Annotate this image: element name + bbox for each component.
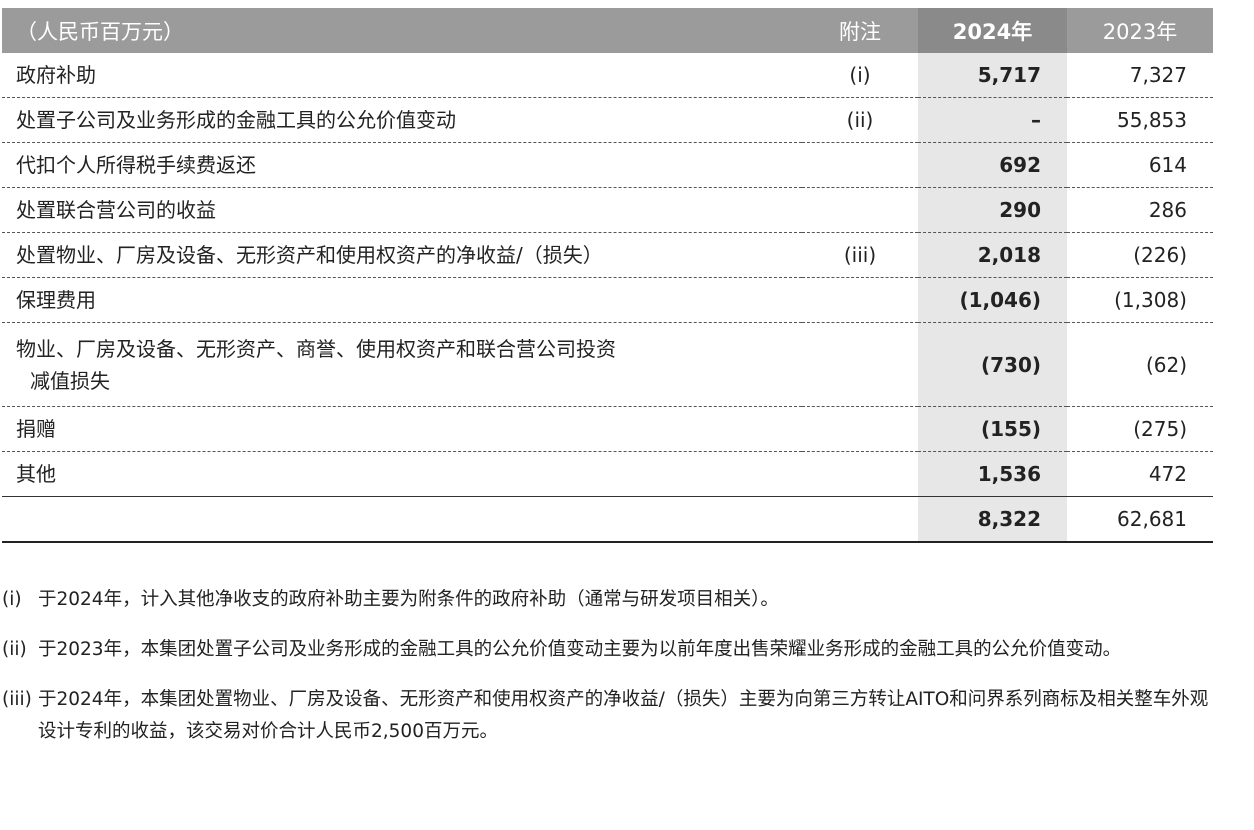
row-label-line1: 物业、厂房及设备、无形资产、商誉、使用权资产和联合营公司投资: [16, 336, 616, 361]
table-row: 政府补助 (i) 5,717 7,327: [2, 53, 1213, 98]
row-label: 政府补助: [2, 53, 802, 98]
other-income-table: （人民币百万元） 附注 2024年 2023年 政府补助 (i) 5,717 7…: [2, 8, 1213, 543]
row-note-ref: (ii): [802, 97, 918, 143]
table-row: 处置子公司及业务形成的金融工具的公允价值变动 (ii) – 55,853: [2, 97, 1213, 143]
footnote-marker: (i): [2, 589, 22, 610]
row-value-2024: –: [918, 97, 1067, 143]
footnote-marker: (ii): [2, 639, 27, 660]
header-year-2023: 2023年: [1067, 8, 1213, 53]
row-note-ref: [802, 187, 918, 233]
footnote-marker: (iii): [2, 689, 32, 710]
row-note-ref: [802, 277, 918, 323]
row-value-2024: 290: [918, 187, 1067, 233]
table-row: 捐赠 (155) (275): [2, 406, 1213, 452]
row-label: 处置子公司及业务形成的金融工具的公允价值变动: [2, 97, 802, 143]
row-value-2023: (1,308): [1067, 277, 1213, 323]
table-row: 处置物业、厂房及设备、无形资产和使用权资产的净收益/（损失） (iii) 2,0…: [2, 232, 1213, 278]
total-value-2024: 8,322: [918, 496, 1067, 543]
row-value-2023: (275): [1067, 406, 1213, 452]
table-header-row: （人民币百万元） 附注 2024年 2023年: [2, 8, 1213, 53]
row-label: 捐赠: [2, 406, 802, 452]
row-note-ref: (iii): [802, 232, 918, 278]
row-value-2024: 5,717: [918, 53, 1067, 98]
row-label: 其他: [2, 451, 802, 497]
income-table-container: （人民币百万元） 附注 2024年 2023年 政府补助 (i) 5,717 7…: [2, 8, 1213, 543]
row-label: 处置联合营公司的收益: [2, 187, 802, 233]
table-total-row: 8,322 62,681: [2, 496, 1213, 543]
row-value-2023: 286: [1067, 187, 1213, 233]
row-value-2023: (62): [1067, 322, 1213, 407]
header-note: 附注: [802, 8, 918, 53]
row-value-2023: 614: [1067, 142, 1213, 188]
row-note-ref: [802, 451, 918, 497]
row-value-2024: (155): [918, 406, 1067, 452]
table-row: 代扣个人所得税手续费返还 692 614: [2, 142, 1213, 188]
row-note-ref: [802, 142, 918, 188]
row-value-2024: 2,018: [918, 232, 1067, 278]
table-row: 保理费用 (1,046) (1,308): [2, 277, 1213, 323]
row-value-2024: 1,536: [918, 451, 1067, 497]
total-label-cell: [2, 496, 802, 543]
total-note-cell: [802, 496, 918, 543]
footnote-item: (ii) 于2023年，本集团处置子公司及业务形成的金融工具的公允价值变动主要为…: [2, 634, 1216, 666]
row-label: 代扣个人所得税手续费返还: [2, 142, 802, 188]
row-label-line2: 减值损失: [30, 368, 110, 393]
row-value-2024: 692: [918, 142, 1067, 188]
table-row: 其他 1,536 472: [2, 451, 1213, 497]
row-value-2023: (226): [1067, 232, 1213, 278]
row-note-ref: (i): [802, 53, 918, 98]
footnote-item: (iii) 于2024年，本集团处置物业、厂房及设备、无形资产和使用权资产的净收…: [2, 684, 1216, 748]
row-value-2023: 472: [1067, 451, 1213, 497]
table-row: 处置联合营公司的收益 290 286: [2, 187, 1213, 233]
table-row: 物业、厂房及设备、无形资产、商誉、使用权资产和联合营公司投资 减值损失 (730…: [2, 322, 1213, 407]
footnote-item: (i) 于2024年，计入其他净收支的政府补助主要为附条件的政府补助（通常与研发…: [2, 584, 1216, 616]
header-year-2024: 2024年: [918, 8, 1067, 53]
row-note-ref: [802, 322, 918, 407]
footnote-text: 于2024年，本集团处置物业、厂房及设备、无形资产和使用权资产的净收益/（损失）…: [38, 689, 1209, 742]
row-label: 保理费用: [2, 277, 802, 323]
footnotes: (i) 于2024年，计入其他净收支的政府补助主要为附条件的政府补助（通常与研发…: [2, 584, 1216, 766]
row-label-multiline: 物业、厂房及设备、无形资产、商誉、使用权资产和联合营公司投资 减值损失: [2, 322, 802, 407]
header-unit-label: （人民币百万元）: [2, 8, 802, 53]
row-label: 处置物业、厂房及设备、无形资产和使用权资产的净收益/（损失）: [2, 232, 802, 278]
footnote-text: 于2024年，计入其他净收支的政府补助主要为附条件的政府补助（通常与研发项目相关…: [38, 589, 779, 610]
row-value-2024: (1,046): [918, 277, 1067, 323]
row-value-2023: 7,327: [1067, 53, 1213, 98]
row-value-2023: 55,853: [1067, 97, 1213, 143]
total-value-2023: 62,681: [1067, 496, 1213, 543]
footnote-text: 于2023年，本集团处置子公司及业务形成的金融工具的公允价值变动主要为以前年度出…: [38, 639, 1122, 660]
row-note-ref: [802, 406, 918, 452]
row-value-2024: (730): [918, 322, 1067, 407]
